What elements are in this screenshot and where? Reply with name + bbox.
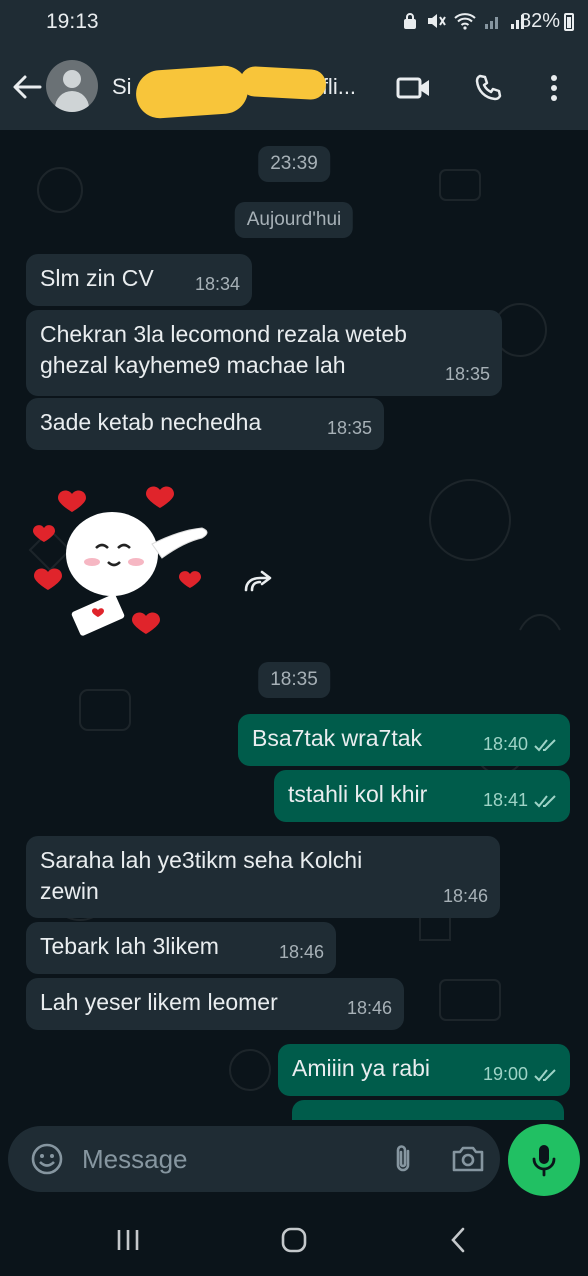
- message-composer: [0, 1120, 588, 1206]
- signal-icon: [485, 17, 498, 29]
- status-bar: 19:13 82%: [0, 0, 588, 44]
- home-icon: [281, 1227, 307, 1253]
- chevron-left-icon: [451, 1227, 465, 1253]
- sticker[interactable]: [30, 482, 220, 642]
- battery-icon: [564, 12, 574, 31]
- emoji-icon: [31, 1143, 63, 1175]
- message-bubble[interactable]: Chekran 3la lecomond rezala weteb ghezal…: [26, 310, 502, 396]
- message-time: 18:35: [326, 418, 372, 438]
- message-meta: 18:40: [483, 729, 558, 760]
- message-bubble[interactable]: Tebark lah 3likem 18:46: [26, 922, 336, 974]
- system-back-button[interactable]: [438, 1222, 478, 1258]
- message-time: 18:46: [346, 998, 392, 1018]
- forward-button[interactable]: [242, 568, 276, 596]
- message-time: 18:46: [442, 886, 488, 906]
- message-time: 18:46: [278, 942, 324, 962]
- contact-name-start: Si: [112, 74, 132, 99]
- system-navigation-bar: [0, 1206, 588, 1276]
- battery: 82%: [520, 10, 574, 33]
- message-time: 18:34: [194, 274, 240, 294]
- recent-apps-button[interactable]: [108, 1222, 148, 1258]
- emoji-button[interactable]: [30, 1142, 64, 1176]
- message-bubble-outgoing[interactable]: tstahli kol khir 18:41: [274, 770, 570, 822]
- message-text: Chekran 3la lecomond rezala weteb ghezal…: [40, 321, 407, 378]
- message-list[interactable]: 23:39 Aujourd'hui Slm zin CV 18:34 Chekr…: [0, 130, 588, 1120]
- message-meta: 19:00: [483, 1059, 558, 1090]
- read-receipt-icon: [534, 794, 556, 807]
- message-input-container: [8, 1126, 500, 1192]
- message-bubble-outgoing[interactable]: Bsa7tak wra7tak 18:40: [238, 714, 570, 766]
- paperclip-icon: [396, 1145, 410, 1172]
- date-chip: 23:39: [258, 146, 330, 182]
- message-bubble[interactable]: Saraha lah ye3tikm seha Kolchi zewin 18:…: [26, 836, 500, 918]
- video-call-button[interactable]: [394, 68, 434, 108]
- recent-apps-icon: [117, 1230, 139, 1250]
- message-bubble-outgoing[interactable]: Amiiin ya rabi 19:00: [278, 1044, 570, 1096]
- message-time: 18:41: [482, 790, 528, 810]
- lock-notification-icon: [404, 13, 416, 29]
- mute-icon: [428, 14, 446, 28]
- redaction-mark-2: [239, 65, 327, 101]
- avatar-head: [63, 70, 81, 88]
- forward-icon: [244, 570, 272, 592]
- date-chip-today: Aujourd'hui: [234, 202, 354, 238]
- home-button[interactable]: [274, 1222, 314, 1258]
- arrow-left-icon: [13, 75, 42, 99]
- time-chip: 18:35: [258, 662, 330, 698]
- message-bubble[interactable]: Slm zin CV 18:34: [26, 254, 252, 306]
- message-bubble[interactable]: Lah yeser likem leomer 18:46: [26, 978, 404, 1030]
- more-options-button[interactable]: [534, 68, 574, 108]
- back-button[interactable]: [10, 70, 44, 104]
- more-vertical-icon: [551, 75, 557, 101]
- message-meta: 18:41: [483, 785, 558, 816]
- heart-sticker-icon: [33, 486, 208, 636]
- message-time: 19:00: [482, 1064, 528, 1084]
- message-time: 18:40: [482, 734, 528, 754]
- attach-button[interactable]: [386, 1142, 420, 1176]
- read-receipt-icon: [534, 738, 556, 751]
- message-bubble-outgoing-partial[interactable]: [292, 1100, 564, 1120]
- read-receipt-icon: [534, 1068, 556, 1081]
- video-camera-icon: [396, 77, 429, 99]
- battery-percent: 82%: [519, 10, 560, 32]
- avatar[interactable]: [46, 60, 98, 112]
- message-bubble[interactable]: 3ade ketab nechedha 18:35: [26, 398, 384, 450]
- status-time: 19:13: [46, 10, 99, 33]
- redaction-mark: [134, 64, 250, 120]
- camera-icon: [452, 1146, 484, 1172]
- microphone-icon: [532, 1145, 556, 1177]
- status-icons: [402, 12, 528, 30]
- camera-button[interactable]: [450, 1142, 486, 1176]
- message-text: Saraha lah ye3tikm seha Kolchi zewin: [40, 847, 363, 904]
- wifi-icon: [454, 13, 476, 30]
- message-input[interactable]: [82, 1142, 372, 1176]
- phone-icon: [475, 74, 502, 101]
- message-time: 18:35: [444, 364, 490, 384]
- voice-call-button[interactable]: [468, 68, 508, 108]
- contact-name-end: fli...: [321, 74, 357, 99]
- avatar-body: [55, 91, 89, 112]
- voice-message-button[interactable]: [508, 1124, 580, 1196]
- chat-header: Si fli...: [0, 44, 588, 130]
